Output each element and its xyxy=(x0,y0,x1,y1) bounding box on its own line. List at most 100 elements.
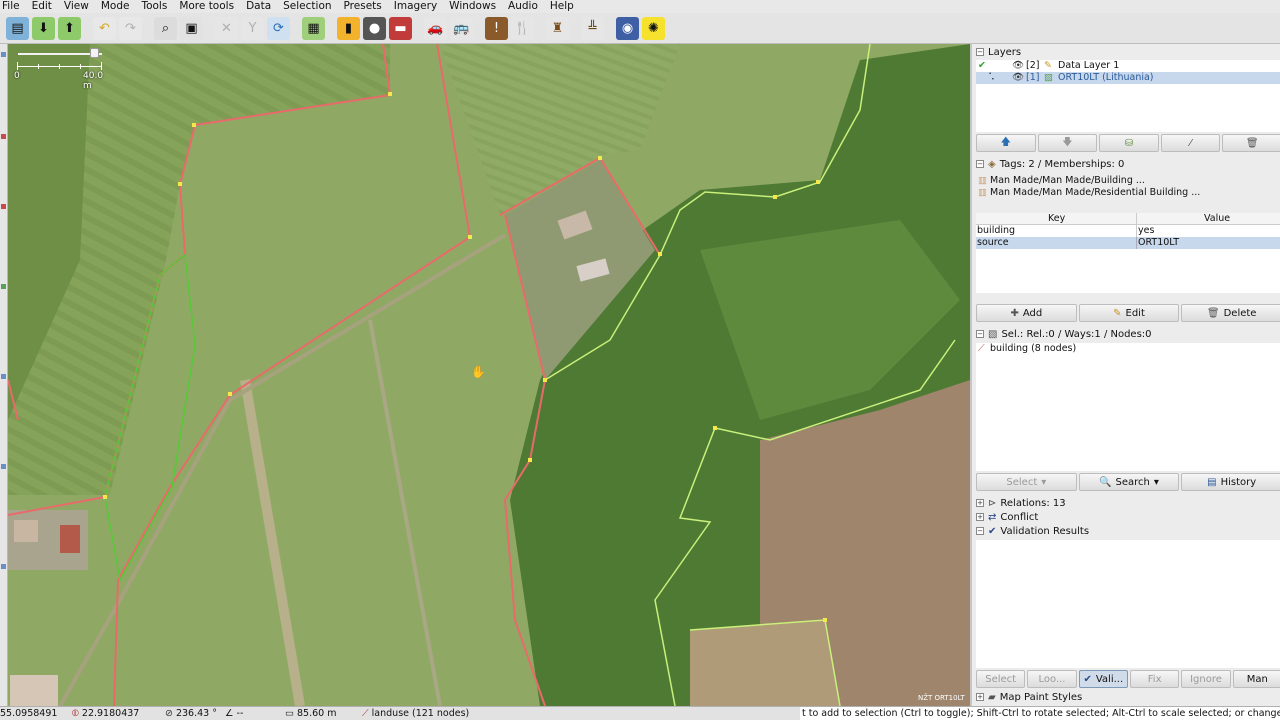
visible-eye-icon[interactable]: 👁 xyxy=(1012,60,1024,72)
expand-icon[interactable]: + xyxy=(976,499,984,507)
sun-icon[interactable]: ✺ xyxy=(642,16,665,40)
menu-imagery[interactable]: Imagery xyxy=(388,0,443,13)
key-column-header[interactable]: Key xyxy=(1048,213,1065,225)
collapse-icon[interactable]: − xyxy=(976,330,984,338)
tool-marker[interactable] xyxy=(1,52,6,57)
preset-link[interactable]: ▥ Man Made/Man Made/Residential Building… xyxy=(976,187,1280,199)
ignore-button[interactable]: Ignore xyxy=(1181,670,1231,688)
map-view[interactable]: ✋ NŽT ORT10LT xyxy=(8,44,970,706)
warning-icon[interactable]: ! xyxy=(485,16,508,40)
tool-marker[interactable] xyxy=(1,464,6,469)
upload-icon[interactable]: ⬆ xyxy=(58,16,81,40)
circle-icon[interactable]: ◉ xyxy=(616,16,639,40)
move-up-button[interactable]: 🡅 xyxy=(976,134,1036,152)
tags-header[interactable]: − ◈ Tags: 2 / Memberships: 0 xyxy=(976,157,1124,171)
duplicate-layer-button[interactable]: ⁄ xyxy=(1160,134,1221,152)
latitude-field: 55.0958491 xyxy=(0,708,58,719)
traffic-light-icon[interactable]: ● xyxy=(363,16,386,40)
menu-help[interactable]: Help xyxy=(544,0,580,13)
check-icon: ✔ xyxy=(1083,673,1092,685)
fix-button[interactable]: Fix xyxy=(1129,670,1180,688)
visible-eye-icon[interactable]: 👁 xyxy=(1012,72,1024,84)
selection-header[interactable]: − ▧ Sel.: Rel.:0 / Ways:1 / Nodes:0 xyxy=(976,327,1152,341)
toolbar-separator xyxy=(537,17,543,39)
tool-marker[interactable] xyxy=(1,564,6,569)
barrier-icon[interactable]: ▮ xyxy=(337,16,360,40)
conflict-header[interactable]: + ⇄ Conflict xyxy=(976,510,1038,524)
menu-view[interactable]: View xyxy=(58,0,95,13)
split-way-icon[interactable]: ✕ xyxy=(215,16,238,40)
open-icon[interactable]: ▤ xyxy=(6,16,29,40)
tool-marker[interactable] xyxy=(1,374,6,379)
validation-select-button[interactable]: Select xyxy=(976,670,1026,688)
chevron-down-icon[interactable]: ▾ xyxy=(1154,477,1159,488)
map-icon[interactable]: ▦ xyxy=(302,16,325,40)
save-icon[interactable]: ⬇ xyxy=(32,16,55,40)
more-button[interactable]: Man xyxy=(1232,670,1280,688)
distance-field: ▭ 85.60 m xyxy=(285,708,337,719)
menu-mode[interactable]: Mode xyxy=(95,0,136,13)
value-column-header[interactable]: Value xyxy=(1204,213,1230,225)
active-check-icon: ✔ xyxy=(978,60,986,71)
menu-tools[interactable]: Tools xyxy=(135,0,173,13)
layer-row[interactable]: ⠡ 👁 [1] ▨ ORT10LT (Lithuania) xyxy=(976,72,1280,84)
preset-link[interactable]: ▥ Man Made/Man Made/Building ... xyxy=(976,175,1280,187)
selection-item[interactable]: ⟋ building (8 nodes) xyxy=(976,343,1280,355)
zoom-slider-thumb[interactable] xyxy=(90,48,99,58)
car-icon[interactable]: 🚗 xyxy=(424,16,447,40)
menu-windows[interactable]: Windows xyxy=(443,0,502,13)
chevron-down-icon[interactable]: ▾ xyxy=(1041,477,1046,488)
combine-way-icon[interactable]: Y xyxy=(241,16,264,40)
zoom-icon[interactable]: ▣ xyxy=(180,16,203,40)
search-button[interactable]: 🔍 Search ▾ xyxy=(1078,473,1180,491)
delete-tag-button[interactable]: 🗑 Delete xyxy=(1181,304,1280,322)
history-button[interactable]: ▤ History xyxy=(1181,473,1280,491)
layers-header[interactable]: − Layers xyxy=(976,45,1021,59)
delete-layer-button[interactable]: 🗑 xyxy=(1222,134,1280,152)
building-icon[interactable]: ▬ xyxy=(389,16,412,40)
heading-icon: ⊘ xyxy=(165,708,173,719)
collapse-icon[interactable]: − xyxy=(976,48,984,56)
refresh-icon[interactable]: ⟳ xyxy=(267,16,290,40)
merge-layer-button[interactable]: ⛁ xyxy=(1099,134,1159,152)
scale-and-zoom: 0 40.0 m xyxy=(14,47,114,91)
expand-icon[interactable]: + xyxy=(976,693,984,701)
preset-label: Man Made/Man Made/Building ... xyxy=(990,175,1145,186)
map-paint-header[interactable]: + ▰ Map Paint Styles xyxy=(976,690,1082,704)
industry-icon[interactable]: ╩ xyxy=(581,16,604,40)
bus-icon[interactable]: 🚌 xyxy=(450,16,473,40)
menu-data[interactable]: Data xyxy=(240,0,277,13)
undo-icon[interactable]: ↶ xyxy=(93,16,116,40)
menu-file[interactable]: File xyxy=(0,0,26,13)
lookup-button[interactable]: Loo... xyxy=(1027,670,1077,688)
add-tag-button[interactable]: ✚ Add xyxy=(976,304,1077,322)
menu-audio[interactable]: Audio xyxy=(502,0,544,13)
menu-selection[interactable]: Selection xyxy=(277,0,337,13)
edit-tag-button[interactable]: ✎ Edit xyxy=(1078,304,1180,322)
validate-button[interactable]: ✔ Vali... xyxy=(1078,670,1128,688)
tool-marker[interactable] xyxy=(1,134,6,139)
validation-header[interactable]: − ✔ Validation Results xyxy=(976,524,1089,538)
relations-header[interactable]: + ⊳ Relations: 13 xyxy=(976,496,1066,510)
tool-marker[interactable] xyxy=(1,204,6,209)
preferences-icon[interactable]: ⌕ xyxy=(154,16,177,40)
layer-row[interactable]: ✔ 👁 [2] ✎ Data Layer 1 xyxy=(976,60,1280,72)
tag-row[interactable]: building yes xyxy=(976,225,1280,237)
tool-marker[interactable] xyxy=(1,284,6,289)
menu-presets[interactable]: Presets xyxy=(338,0,388,13)
tag-row[interactable]: source ORT10LT xyxy=(976,237,1280,249)
layer-index: [2] xyxy=(1026,60,1040,71)
menu-edit[interactable]: Edit xyxy=(26,0,58,13)
ploughed-field xyxy=(690,620,840,706)
castle-icon[interactable]: ♜ xyxy=(546,16,569,40)
move-down-button[interactable]: 🡇 xyxy=(1037,134,1098,152)
menu-more-tools[interactable]: More tools xyxy=(173,0,240,13)
tags-pane: ▥ Man Made/Man Made/Building ... ▥ Man M… xyxy=(976,173,1280,305)
history-icon: ▤ xyxy=(1207,476,1217,488)
collapse-icon[interactable]: − xyxy=(976,160,984,168)
select-button[interactable]: Select ▾ xyxy=(976,473,1077,491)
redo-icon[interactable]: ↷ xyxy=(119,16,142,40)
restaurant-icon[interactable]: 🍴 xyxy=(511,16,534,40)
expand-icon[interactable]: + xyxy=(976,513,984,521)
collapse-icon[interactable]: − xyxy=(976,527,984,535)
